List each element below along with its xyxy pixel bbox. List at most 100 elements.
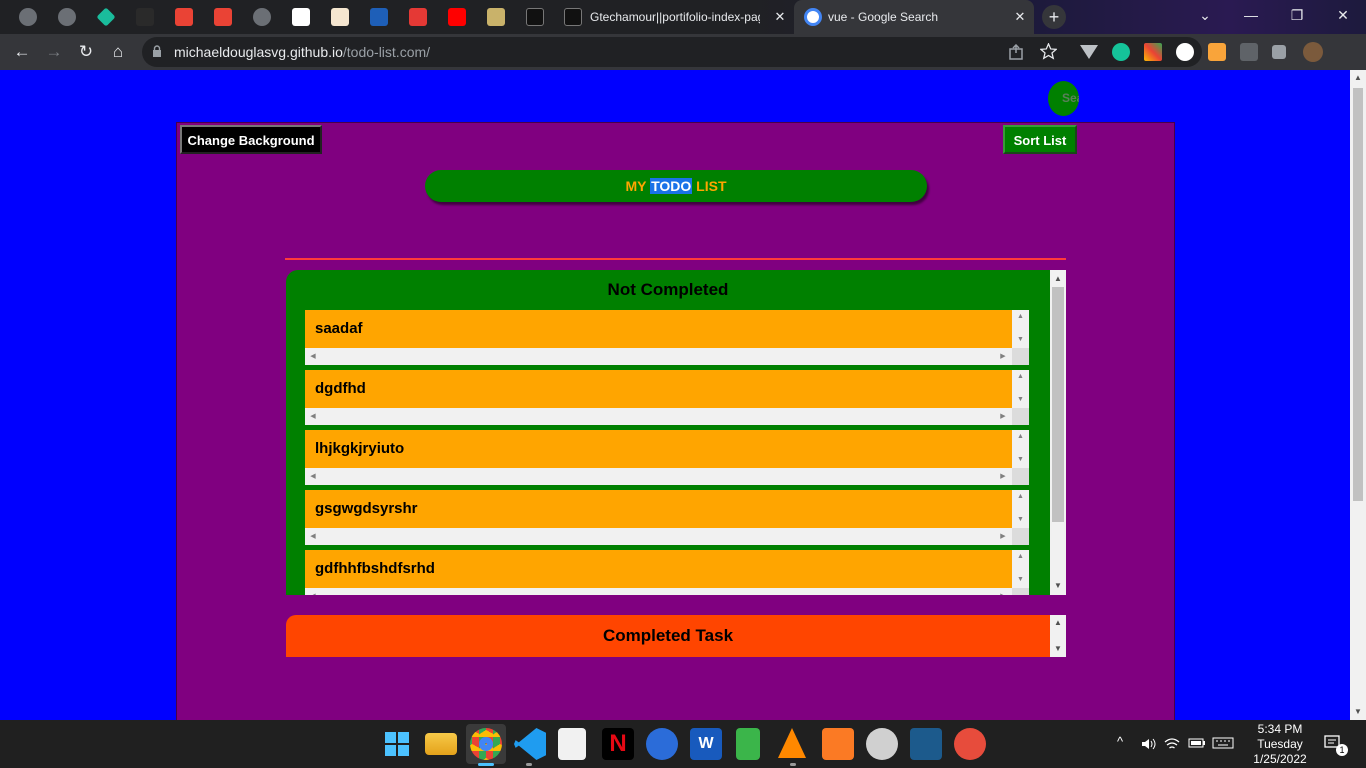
scroll-up-icon[interactable]: ▲ xyxy=(1012,312,1029,322)
circle-extension-icon[interactable] xyxy=(1176,43,1194,61)
scroll-up-icon[interactable]: ▲ xyxy=(1012,492,1029,502)
vuetify-extension-icon[interactable] xyxy=(1080,45,1098,59)
scroll-up-icon[interactable]: ▲ xyxy=(1012,432,1029,442)
scroll-up-icon[interactable]: ▲ xyxy=(1050,272,1066,286)
item-vertical-scrollbar[interactable]: ▲ ▼ xyxy=(1012,310,1029,348)
close-window-button[interactable]: ✕ xyxy=(1320,0,1366,32)
download-tab-icon[interactable] xyxy=(370,8,388,26)
restore-button[interactable]: ❐ xyxy=(1274,0,1320,32)
screen-extension-icon[interactable] xyxy=(1240,43,1258,61)
pinned-tab-globe-icon[interactable] xyxy=(58,8,76,26)
color-extension-icon[interactable] xyxy=(1144,43,1162,61)
solitaire-icon[interactable] xyxy=(558,728,586,760)
xampp-icon[interactable] xyxy=(822,728,854,760)
completed-scrollbar[interactable]: ▲ ▼ xyxy=(1050,615,1066,657)
scroll-down-icon[interactable]: ▼ xyxy=(1012,455,1029,465)
scroll-down-icon[interactable]: ▼ xyxy=(1050,642,1066,656)
system-clock[interactable]: 5:34 PM Tuesday 1/25/2022 xyxy=(1248,722,1312,767)
green-pipe-icon[interactable] xyxy=(736,728,760,760)
pinned-tab-globe-icon-2[interactable] xyxy=(253,8,271,26)
change-background-button[interactable]: Change Background xyxy=(180,125,322,154)
tab-portfolio[interactable]: Gtechamour||portifolio-index-page ✕ xyxy=(556,0,794,34)
scroll-right-icon[interactable]: ▶ xyxy=(997,411,1009,422)
scroll-up-icon[interactable]: ▲ xyxy=(1350,72,1366,84)
wifi-icon[interactable] xyxy=(1164,736,1180,752)
file-explorer-icon[interactable] xyxy=(425,733,457,755)
page-scrollbar-thumb[interactable] xyxy=(1353,88,1363,501)
profile-avatar[interactable] xyxy=(1303,42,1323,62)
item-horizontal-scrollbar[interactable]: ◀▶ xyxy=(305,528,1012,545)
gmail-tab-icon-2[interactable] xyxy=(214,8,232,26)
document-tab-icon[interactable] xyxy=(331,8,349,26)
forward-button[interactable]: → xyxy=(42,40,66,64)
close-tab-icon[interactable]: ✕ xyxy=(772,9,788,25)
scrollbar-thumb[interactable] xyxy=(1052,287,1064,522)
pinned-tab-icon[interactable] xyxy=(19,8,37,26)
scroll-right-icon[interactable]: ▶ xyxy=(997,591,1009,595)
pinned-tab-diamond-icon[interactable] xyxy=(96,7,116,27)
gmail-tab-icon[interactable] xyxy=(175,8,193,26)
gtech-tab-icon[interactable] xyxy=(526,8,544,26)
new-tab-button[interactable]: + xyxy=(1042,5,1066,29)
home-button[interactable]: ⌂ xyxy=(106,40,130,64)
scroll-left-icon[interactable]: ◀ xyxy=(307,351,319,362)
scroll-right-icon[interactable]: ▶ xyxy=(997,471,1009,482)
todo-item[interactable]: lhjkgkjryiuto ▲ ▼ ◀ ▶ xyxy=(305,430,1029,486)
volume-icon[interactable] xyxy=(1140,736,1156,752)
scroll-down-icon[interactable]: ▼ xyxy=(1012,575,1029,585)
netflix-icon[interactable]: N xyxy=(602,728,634,760)
item-horizontal-scrollbar[interactable]: ◀▶ xyxy=(305,588,1012,595)
keyboard-icon[interactable] xyxy=(1212,737,1234,749)
pinned-tab-dark-icon[interactable] xyxy=(136,8,154,26)
tab-google-search[interactable]: vue - Google Search ✕ xyxy=(794,0,1034,34)
owl-app-icon[interactable] xyxy=(954,728,986,760)
grammarly-extension-icon[interactable] xyxy=(1112,43,1130,61)
scroll-left-icon[interactable]: ◀ xyxy=(307,411,319,422)
crest-tab-icon[interactable] xyxy=(487,8,505,26)
reload-button[interactable]: ↻ xyxy=(74,40,98,64)
tab-search-chevron-icon[interactable]: ⌄ xyxy=(1182,0,1228,32)
vivaldi-tab-icon[interactable] xyxy=(409,8,427,26)
tray-chevron-icon[interactable]: ^ xyxy=(1117,734,1123,749)
not-completed-scrollbar[interactable]: ▲ ▼ xyxy=(1050,270,1066,595)
todo-item[interactable]: saadaf ▲ ▼ ◀ ▶ xyxy=(305,310,1029,366)
orange-extension-icon[interactable] xyxy=(1208,43,1226,61)
scroll-down-icon[interactable]: ▼ xyxy=(1050,579,1066,593)
minimize-button[interactable]: — xyxy=(1228,0,1274,32)
scroll-left-icon[interactable]: ◀ xyxy=(307,591,319,595)
share-icon[interactable] xyxy=(1008,44,1024,60)
vlc-icon[interactable] xyxy=(778,728,806,758)
todo-item[interactable]: dgdfhd ▲ ▼ ◀ ▶ xyxy=(305,370,1029,426)
vscode-icon[interactable] xyxy=(514,728,546,760)
windows-start-icon[interactable] xyxy=(381,728,413,760)
scroll-up-icon[interactable]: ▲ xyxy=(1012,372,1029,382)
item-horizontal-scrollbar[interactable]: ◀▶ xyxy=(305,408,1012,425)
close-tab-icon[interactable]: ✕ xyxy=(1012,9,1028,25)
scroll-left-icon[interactable]: ◀ xyxy=(307,531,319,542)
todo-item[interactable]: gdfhhfbshdfsrhd ▲▼ ◀▶ xyxy=(305,550,1029,595)
item-vertical-scrollbar[interactable]: ▲ ▼ xyxy=(1012,550,1029,588)
page-scrollbar[interactable]: ▲ ▼ xyxy=(1350,70,1366,720)
scroll-right-icon[interactable]: ▶ xyxy=(997,351,1009,362)
scroll-down-icon[interactable]: ▼ xyxy=(1350,706,1366,718)
address-bar[interactable]: michaeldouglasvg.github.io/todo-list.com… xyxy=(142,37,1202,67)
camera-app-icon[interactable] xyxy=(646,728,678,760)
clock-app-icon[interactable] xyxy=(866,728,898,760)
item-horizontal-scrollbar[interactable]: ◀▶ xyxy=(305,348,1012,365)
search-button[interactable]: Search xyxy=(1048,81,1079,116)
scroll-left-icon[interactable]: ◀ xyxy=(307,471,319,482)
word-icon[interactable]: W xyxy=(690,728,722,760)
scroll-right-icon[interactable]: ▶ xyxy=(997,531,1009,542)
chrome-icon[interactable] xyxy=(470,728,502,760)
battery-icon[interactable] xyxy=(1188,737,1206,749)
scroll-down-icon[interactable]: ▼ xyxy=(1012,335,1029,345)
mysql-workbench-icon[interactable] xyxy=(910,728,942,760)
item-vertical-scrollbar[interactable]: ▲ ▼ xyxy=(1012,490,1029,528)
scroll-down-icon[interactable]: ▼ xyxy=(1012,395,1029,405)
youtube-tab-icon[interactable] xyxy=(448,8,466,26)
w3schools-tab-icon[interactable] xyxy=(292,8,310,26)
todo-item[interactable]: gsgwgdsyrshr ▲ ▼ ◀ ▶ xyxy=(305,490,1029,546)
item-horizontal-scrollbar[interactable]: ◀▶ xyxy=(305,468,1012,485)
scroll-down-icon[interactable]: ▼ xyxy=(1012,515,1029,525)
scroll-up-icon[interactable]: ▲ xyxy=(1050,616,1066,630)
